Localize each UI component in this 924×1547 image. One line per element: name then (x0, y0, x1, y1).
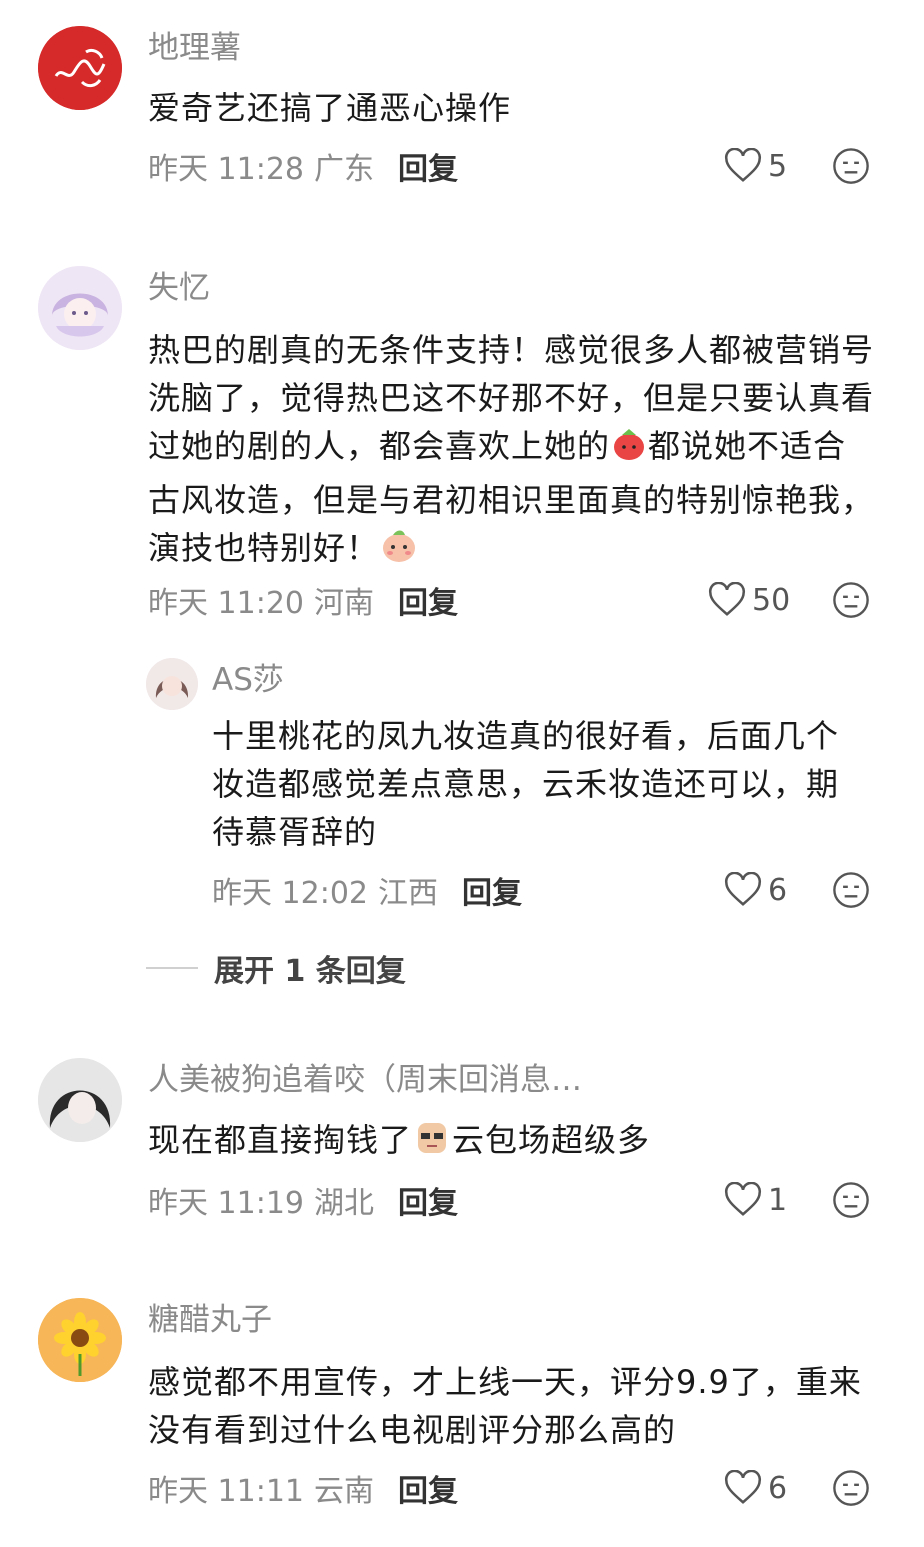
comment-text-part: 现在都直接掏钱了 (148, 1121, 413, 1159)
heart-outline-icon (725, 148, 761, 182)
like-count: 6 (768, 1470, 788, 1506)
comment-meta: 昨天 12:02 江西 回复 (212, 868, 522, 912)
user-avatar[interactable] (38, 26, 122, 110)
comment-region: 江西 (378, 876, 438, 911)
anime-avatar-image (38, 266, 122, 350)
user-avatar[interactable] (38, 266, 122, 350)
neutral-face-icon (833, 1470, 869, 1506)
comment-time: 昨天 11:28 (148, 152, 304, 187)
comment-region: 湖北 (314, 1186, 374, 1221)
like-count: 6 (768, 872, 788, 908)
like-count: 50 (752, 582, 791, 618)
comment-text: 十里桃花的凤九妆造真的很好看，后面几个妆造都感觉差点意思，云禾妆造还可以，期待慕… (212, 717, 840, 851)
expand-replies-label: 展开 1 条回复 (214, 954, 406, 989)
dislike-button[interactable] (832, 1469, 870, 1507)
comment-text: 爱奇艺还搞了通恶心操作 (148, 89, 512, 127)
like-button[interactable]: 6 (724, 870, 787, 910)
comment-region: 河南 (314, 586, 374, 621)
reply-button[interactable]: 回复 (398, 1178, 458, 1222)
comment-text: 感觉都不用宣传，才上线一天，评分9.9了，重来没有看到过什么电视剧评分那么高的 (148, 1363, 862, 1449)
shy-peach-emoji-icon (379, 525, 419, 578)
comment-meta: 昨天 11:20 河南 回复 (148, 578, 458, 622)
reply-button[interactable]: 回复 (398, 144, 458, 188)
neutral-face-icon (833, 582, 869, 618)
comment-time: 昨天 11:19 (148, 1186, 304, 1221)
comment-text-part: 云包场超级多 (452, 1121, 651, 1159)
sunglasses-peach-emoji-icon (412, 1117, 452, 1170)
dislike-button[interactable] (832, 1181, 870, 1219)
comment-text: 热巴的剧真的无条件支持！感觉很多人都被营销号洗脑了，觉得热巴这不好那不好，但是只… (148, 326, 878, 578)
neutral-face-icon (833, 1182, 869, 1218)
like-button[interactable]: 1 (724, 1180, 787, 1220)
strawberry-emoji-icon (610, 425, 648, 476)
comment-meta: 昨天 11:11 云南 回复 (148, 1466, 458, 1510)
user-avatar[interactable] (146, 658, 198, 710)
like-button[interactable]: 50 (708, 580, 790, 620)
like-button[interactable]: 6 (724, 1468, 787, 1508)
comment-text: 现在都直接掏钱了 云包场超级多 (148, 1116, 878, 1170)
girl-avatar-image (146, 658, 198, 710)
divider (146, 967, 198, 969)
comment-time: 昨天 12:02 (212, 876, 368, 911)
comment-region: 广东 (314, 152, 374, 187)
like-count: 1 (768, 1182, 788, 1218)
reply-button[interactable]: 回复 (462, 868, 522, 912)
heart-outline-icon (725, 1182, 761, 1216)
like-count: 5 (768, 148, 788, 184)
comment-region: 云南 (314, 1474, 374, 1509)
comment-meta: 昨天 11:19 湖北 回复 (148, 1178, 458, 1222)
logo-avatar-image (38, 26, 122, 110)
reply-button[interactable]: 回复 (398, 1466, 458, 1510)
heart-outline-icon (725, 1470, 761, 1504)
heart-outline-icon (725, 872, 761, 906)
user-avatar[interactable] (38, 1058, 122, 1142)
sunflower-avatar-image (38, 1298, 122, 1382)
neutral-face-icon (833, 872, 869, 908)
username[interactable]: 地理薯 (148, 28, 241, 68)
comment-list: 地理薯 爱奇艺还搞了通恶心操作 昨天 11:28 广东 回复 5 失忆 热巴的剧… (0, 0, 924, 1547)
dislike-button[interactable] (832, 147, 870, 185)
dislike-button[interactable] (832, 871, 870, 909)
comment-meta: 昨天 11:28 广东 回复 (148, 144, 458, 188)
heart-outline-icon (709, 582, 745, 616)
neutral-face-icon (833, 148, 869, 184)
comment-time: 昨天 11:11 (148, 1474, 304, 1509)
username[interactable]: AS莎 (212, 660, 284, 700)
like-button[interactable]: 5 (724, 146, 787, 186)
anime-avatar-image (38, 1058, 122, 1142)
username[interactable]: 糖醋丸子 (148, 1300, 272, 1340)
comment-time: 昨天 11:20 (148, 586, 304, 621)
dislike-button[interactable] (832, 581, 870, 619)
expand-replies-button[interactable]: 展开 1 条回复 (146, 946, 406, 990)
reply-button[interactable]: 回复 (398, 578, 458, 622)
username[interactable]: 失忆 (148, 268, 210, 308)
user-avatar[interactable] (38, 1298, 122, 1382)
username[interactable]: 人美被狗追着咬（周末回消息… (148, 1060, 582, 1100)
